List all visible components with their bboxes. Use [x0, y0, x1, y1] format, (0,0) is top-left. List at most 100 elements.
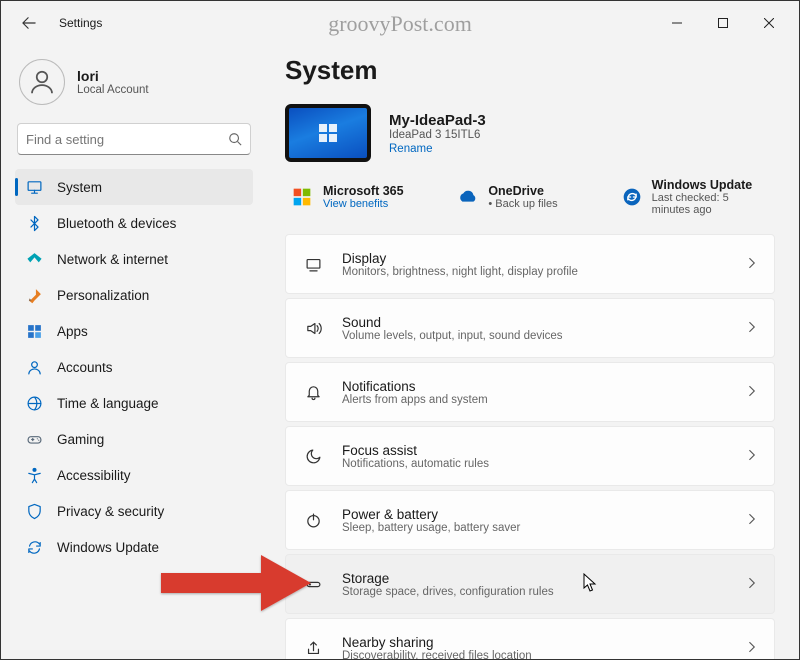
sidebar-item-label: Accounts [57, 360, 113, 375]
settings-row-nearby-sharing[interactable]: Nearby sharing Discoverability, received… [285, 618, 775, 659]
chevron-right-icon [746, 449, 758, 464]
wifi-icon [25, 250, 43, 268]
accessibility-icon [25, 466, 43, 484]
status-row: Microsoft 365 View benefits OneDrive • B… [285, 176, 775, 218]
device-model: IdeaPad 3 15ITL6 [389, 129, 486, 141]
settings-row-title: Nearby sharing [342, 635, 728, 650]
chevron-right-icon [746, 257, 758, 272]
window-title: Settings [59, 16, 102, 30]
sidebar: lori Local Account System Bluetooth & de… [1, 45, 261, 659]
account-name: lori [77, 68, 149, 84]
search-box[interactable] [17, 123, 251, 155]
search-input[interactable] [26, 132, 228, 147]
chevron-right-icon [746, 385, 758, 400]
window-controls [655, 8, 791, 38]
chevron-right-icon [746, 513, 758, 528]
minimize-button[interactable] [655, 8, 699, 38]
maximize-icon [718, 18, 728, 28]
person-icon [25, 358, 43, 376]
sidebar-nav: System Bluetooth & devices Network & int… [15, 169, 253, 565]
sidebar-item-label: Network & internet [57, 252, 168, 267]
sidebar-item-privacy-security[interactable]: Privacy & security [15, 493, 253, 529]
main-content: System My-IdeaPad-3 IdeaPad 3 15ITL6 Ren… [261, 45, 799, 659]
account-type: Local Account [77, 84, 149, 96]
settings-row-subtitle: Storage space, drives, configuration rul… [342, 586, 728, 598]
settings-row-title: Display [342, 251, 728, 266]
sidebar-item-time-language[interactable]: Time & language [15, 385, 253, 421]
settings-row-notifications[interactable]: Notifications Alerts from apps and syste… [285, 362, 775, 422]
sidebar-item-label: Personalization [57, 288, 149, 303]
monitor-icon [25, 178, 43, 196]
sidebar-item-network-internet[interactable]: Network & internet [15, 241, 253, 277]
status-subtitle[interactable]: View benefits [323, 198, 404, 210]
sound-icon [302, 317, 324, 339]
settings-row-title: Sound [342, 315, 728, 330]
close-button[interactable] [747, 8, 791, 38]
gamepad-icon [25, 430, 43, 448]
settings-row-focus-assist[interactable]: Focus assist Notifications, automatic ru… [285, 426, 775, 486]
sync-icon [622, 186, 642, 208]
settings-row-title: Storage [342, 571, 728, 586]
sidebar-item-gaming[interactable]: Gaming [15, 421, 253, 457]
status-card-windows-update[interactable]: Windows Update Last checked: 5 minutes a… [616, 176, 775, 218]
settings-row-sound[interactable]: Sound Volume levels, output, input, soun… [285, 298, 775, 358]
minimize-icon [672, 18, 682, 28]
sidebar-item-system[interactable]: System [15, 169, 253, 205]
brush-icon [25, 286, 43, 304]
sidebar-item-label: Accessibility [57, 468, 131, 483]
back-button[interactable] [15, 9, 43, 37]
power-icon [302, 509, 324, 531]
device-thumbnail [285, 104, 371, 162]
settings-row-subtitle: Discoverability, received files location [342, 650, 728, 660]
device-name: My-IdeaPad-3 [389, 112, 486, 129]
status-title: Microsoft 365 [323, 184, 404, 198]
settings-row-subtitle: Notifications, automatic rules [342, 458, 728, 470]
sidebar-item-label: Time & language [57, 396, 159, 411]
rename-link[interactable]: Rename [389, 143, 486, 155]
settings-list: Display Monitors, brightness, night ligh… [285, 234, 775, 659]
chevron-right-icon [746, 641, 758, 656]
status-subtitle: • Back up files [488, 198, 557, 210]
sidebar-item-label: Gaming [57, 432, 104, 447]
sidebar-item-label: Apps [57, 324, 88, 339]
bluetooth-icon [25, 214, 43, 232]
settings-row-power-battery[interactable]: Power & battery Sleep, battery usage, ba… [285, 490, 775, 550]
status-subtitle: Last checked: 5 minutes ago [652, 192, 769, 216]
sidebar-item-label: Privacy & security [57, 504, 164, 519]
settings-row-subtitle: Volume levels, output, input, sound devi… [342, 330, 728, 342]
grid-icon [25, 322, 43, 340]
sidebar-item-accounts[interactable]: Accounts [15, 349, 253, 385]
clock-globe-icon [25, 394, 43, 412]
settings-row-subtitle: Sleep, battery usage, battery saver [342, 522, 728, 534]
close-icon [764, 18, 774, 28]
share-icon [302, 637, 324, 659]
settings-row-subtitle: Monitors, brightness, night light, displ… [342, 266, 728, 278]
settings-row-subtitle: Alerts from apps and system [342, 394, 728, 406]
sidebar-item-bluetooth-devices[interactable]: Bluetooth & devices [15, 205, 253, 241]
sync-icon [25, 538, 43, 556]
chevron-right-icon [746, 321, 758, 336]
storage-icon [302, 573, 324, 595]
status-card-microsoft-365[interactable]: Microsoft 365 View benefits [285, 176, 444, 218]
sidebar-item-label: Windows Update [57, 540, 159, 555]
display-icon [302, 253, 324, 275]
settings-row-display[interactable]: Display Monitors, brightness, night ligh… [285, 234, 775, 294]
titlebar: Settings [1, 1, 799, 45]
settings-row-storage[interactable]: Storage Storage space, drives, configura… [285, 554, 775, 614]
settings-row-title: Focus assist [342, 443, 728, 458]
sidebar-item-accessibility[interactable]: Accessibility [15, 457, 253, 493]
sidebar-item-apps[interactable]: Apps [15, 313, 253, 349]
onedrive-icon [456, 186, 478, 208]
status-title: OneDrive [488, 184, 557, 198]
account-row[interactable]: lori Local Account [15, 53, 253, 119]
moon-icon [302, 445, 324, 467]
page-title: System [285, 55, 775, 86]
maximize-button[interactable] [701, 8, 745, 38]
sidebar-item-windows-update[interactable]: Windows Update [15, 529, 253, 565]
avatar [19, 59, 65, 105]
sidebar-item-label: Bluetooth & devices [57, 216, 176, 231]
ms365-icon [291, 186, 313, 208]
arrow-left-icon [22, 16, 36, 30]
sidebar-item-personalization[interactable]: Personalization [15, 277, 253, 313]
status-card-onedrive[interactable]: OneDrive • Back up files [450, 176, 609, 218]
